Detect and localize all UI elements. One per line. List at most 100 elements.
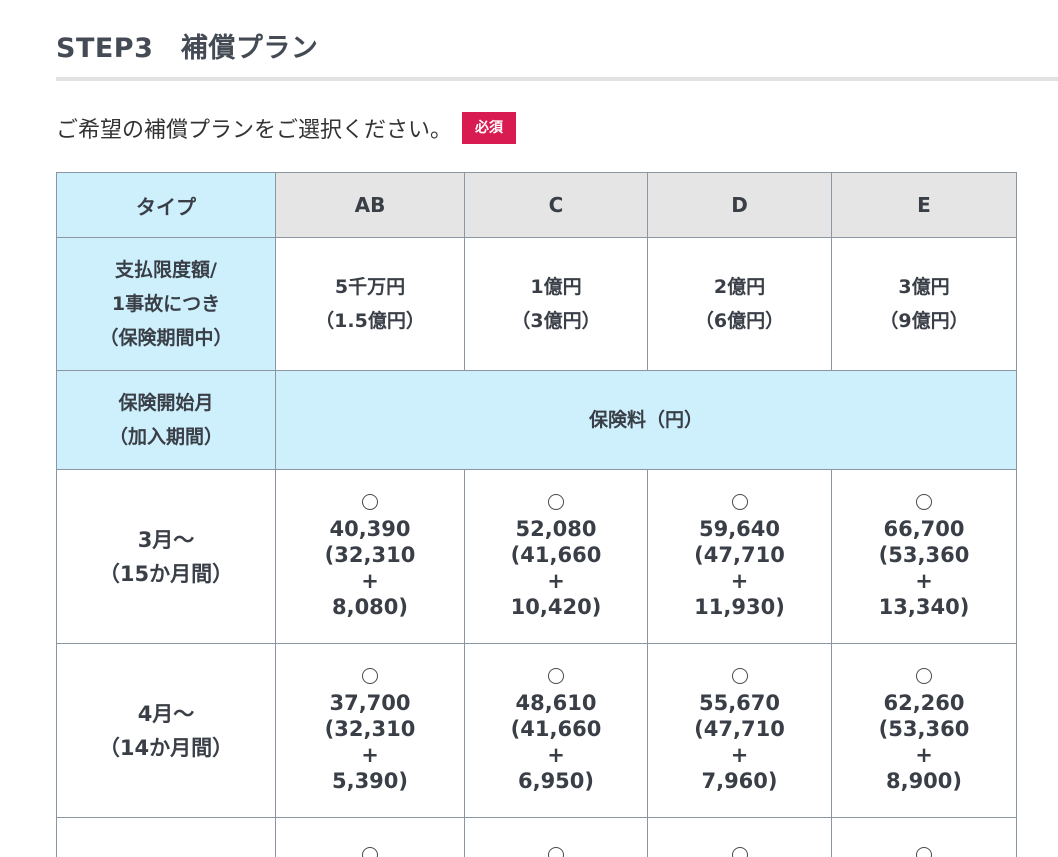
premium-option-c[interactable]: 52,080 (41,660 + 10,420) (464, 469, 648, 644)
plan-table: タイプ AB C D E 支払限度額/ 1事故につき （保険期間中） 5千万円 … (56, 172, 1017, 857)
instruction: ご希望の補償プランをご選択ください。 必須 (56, 112, 517, 144)
premium-base: (32,310 (324, 542, 416, 567)
premium-option-e[interactable]: 66,700 (53,360 + 13,340) (831, 469, 1017, 644)
premium-total: 66,700 (883, 516, 965, 541)
premium-option-c[interactable]: 48,610 (41,660 + 6,950) (464, 643, 648, 818)
page: STEP3 補償プラン ご希望の補償プランをご選択ください。 必須 タイプ AB… (0, 0, 1058, 857)
premium-extra: 6,950) (517, 768, 595, 793)
plan-header-e: E (831, 172, 1017, 238)
radio-button[interactable] (362, 847, 378, 857)
month-label: 3月～ （15か月間） (56, 469, 276, 644)
radio-button[interactable] (731, 493, 748, 510)
premium-option-ab[interactable]: 37,700 (32,310 + 5,390) (275, 643, 465, 818)
start-label-line: （加入期間） (108, 426, 223, 448)
table-row: 3月～ （15か月間） 40,390 (32,310 + 8,080) 52,0… (56, 469, 1017, 644)
premium-base: (47,710 (694, 542, 785, 567)
radio-button[interactable] (916, 493, 932, 510)
plus-sign: + (915, 568, 933, 593)
limit-cell-d: 2億円 （6億円） (647, 237, 832, 371)
premium-base: (53,360 (878, 716, 970, 741)
month-label (56, 817, 276, 857)
plus-sign: + (730, 568, 749, 593)
limit-aggregate: （6億円） (694, 310, 785, 332)
radio-button[interactable] (548, 493, 564, 510)
start-month-header-row: 保険開始月 （加入期間） 保険料（円） (56, 370, 1017, 470)
month-label: 4月～ （14か月間） (56, 643, 276, 818)
plus-sign: + (361, 568, 379, 593)
radio-button[interactable] (548, 667, 564, 684)
limit-amount: 2億円 (713, 276, 766, 298)
premium-option-d[interactable]: 55,670 (47,710 + 7,960) (647, 643, 832, 818)
premium-extra: 5,390) (331, 768, 409, 793)
limit-cell-ab: 5千万円 （1.5億円） (275, 237, 465, 371)
limit-row: 支払限度額/ 1事故につき （保険期間中） 5千万円 （1.5億円） 1億円 （… (56, 237, 1017, 371)
premium-total: 40,390 (329, 516, 411, 541)
limit-amount: 1億円 (530, 276, 582, 298)
premium-total: 48,610 (515, 690, 597, 715)
premium-option-ab[interactable] (275, 817, 465, 857)
start-month-label: 保険開始月 （加入期間） (56, 370, 276, 470)
premium-base: (32,310 (324, 716, 416, 741)
plan-header-c: C (464, 172, 648, 238)
premium-option-e[interactable]: 62,260 (53,360 + 8,900) (831, 643, 1017, 818)
premium-total: 62,260 (883, 690, 965, 715)
plus-sign: + (361, 742, 379, 767)
plus-sign: + (730, 742, 749, 767)
table-row: 4月～ （14か月間） 37,700 (32,310 + 5,390) 48,6… (56, 643, 1017, 818)
limit-aggregate: （3億円） (511, 310, 601, 332)
limit-label-line: （保険期間中） (99, 327, 233, 349)
month-period: （14か月間） (98, 735, 234, 760)
month-period: （15か月間） (98, 561, 234, 586)
premium-option-c[interactable] (464, 817, 648, 857)
limit-amount: 5千万円 (334, 276, 406, 298)
premium-header: 保険料（円） (275, 370, 1017, 470)
radio-button[interactable] (731, 667, 748, 684)
premium-option-d[interactable]: 59,640 (47,710 + 11,930) (647, 469, 832, 644)
type-header: タイプ (56, 172, 276, 238)
plan-header-d: D (647, 172, 832, 238)
premium-base: (41,660 (510, 542, 602, 567)
plus-sign: + (915, 742, 933, 767)
radio-button[interactable] (916, 847, 932, 857)
limit-aggregate: （1.5億円） (315, 310, 425, 332)
limit-cell-c: 1億円 （3億円） (464, 237, 648, 371)
limit-label: 支払限度額/ 1事故につき （保険期間中） (56, 237, 276, 371)
premium-option-d[interactable] (647, 817, 832, 857)
premium-total: 52,080 (515, 516, 597, 541)
limit-aggregate: （9億円） (879, 310, 969, 332)
step-title: STEP3 補償プラン (56, 33, 319, 64)
radio-button[interactable] (731, 847, 748, 857)
premium-extra: 8,900) (885, 768, 963, 793)
plan-type-row: タイプ AB C D E (56, 172, 1017, 238)
radio-button[interactable] (916, 667, 932, 684)
plus-sign: + (547, 568, 565, 593)
limit-cell-e: 3億円 （9億円） (831, 237, 1017, 371)
plan-header-ab: AB (275, 172, 465, 238)
limit-label-line: 支払限度額/ (115, 259, 217, 281)
start-label-line: 保険開始月 (118, 392, 214, 414)
premium-total: 59,640 (698, 516, 781, 541)
title-divider (56, 77, 1058, 81)
radio-button[interactable] (548, 847, 564, 857)
premium-extra: 10,420) (510, 594, 602, 619)
premium-extra: 7,960) (701, 768, 778, 793)
radio-button[interactable] (362, 667, 378, 684)
premium-option-e[interactable] (831, 817, 1017, 857)
required-badge: 必須 (462, 112, 517, 144)
premium-option-ab[interactable]: 40,390 (32,310 + 8,080) (275, 469, 465, 644)
instruction-text: ご希望の補償プランをご選択ください。 (56, 118, 453, 143)
premium-total: 55,670 (698, 690, 781, 715)
limit-amount: 3億円 (898, 276, 950, 298)
premium-base: (53,360 (878, 542, 970, 567)
table-row (56, 817, 1017, 857)
premium-extra: 8,080) (331, 594, 409, 619)
month-start: 4月～ (137, 701, 195, 726)
premium-total: 37,700 (329, 690, 411, 715)
premium-base: (41,660 (510, 716, 602, 741)
radio-button[interactable] (362, 493, 378, 510)
month-start: 3月～ (137, 527, 195, 552)
plus-sign: + (547, 742, 565, 767)
premium-extra: 13,340) (878, 594, 970, 619)
limit-label-line: 1事故につき (111, 293, 221, 315)
premium-base: (47,710 (694, 716, 785, 741)
